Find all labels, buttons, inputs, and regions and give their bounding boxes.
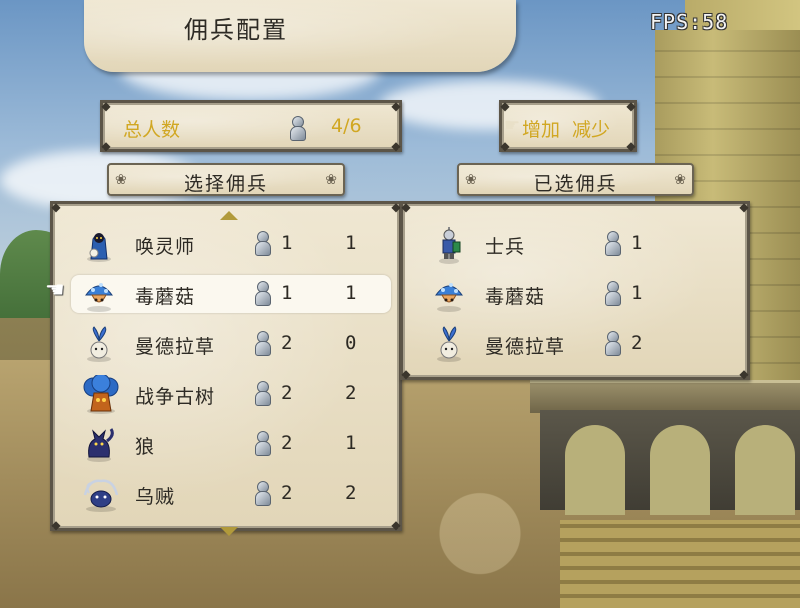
corner-ornament: ◆ — [51, 518, 61, 532]
available-header-label: 选择佣兵 — [183, 173, 268, 195]
corner-ornament: ◆ — [391, 99, 401, 113]
war-ancient-tree-icon — [81, 373, 119, 414]
total-label: 总人数 — [123, 119, 181, 141]
selected-row[interactable]: 士兵 1 — [403, 225, 747, 264]
add-button[interactable]: 增加 — [522, 115, 560, 142]
remove-button[interactable]: 减少 — [572, 115, 610, 142]
available-row[interactable]: 唤灵师 1 1 — [53, 225, 399, 263]
poison-mushroom-icon — [431, 275, 467, 313]
selected-row[interactable]: 曼德拉草 2 — [403, 325, 747, 363]
corner-ornament: ◆ — [51, 200, 61, 214]
mercenary-count: 2 — [345, 482, 357, 504]
scroll-down-arrow[interactable] — [220, 527, 238, 536]
corner-ornament: ◆ — [391, 518, 401, 532]
pawn-icon — [253, 231, 271, 256]
mercenary-count: 0 — [345, 332, 357, 354]
pawn-icon — [253, 331, 271, 356]
total-value: 4/6 — [331, 115, 362, 137]
poison-mushroom-icon — [81, 275, 117, 313]
mercenary-cost: 2 — [281, 332, 293, 354]
pointing-hand-cursor-icon: ☚ — [45, 278, 65, 303]
mercenary-name: 士兵 — [485, 236, 526, 258]
pawn-icon — [253, 281, 271, 306]
mercenary-name: 毒蘑菇 — [485, 286, 546, 308]
squid-icon — [81, 475, 119, 513]
mercenary-cost: 2 — [281, 382, 293, 404]
arch — [735, 425, 795, 515]
mercenary-name: 曼德拉草 — [485, 336, 566, 358]
mercenary-cost: 2 — [631, 332, 643, 354]
corner-ornament: ◆ — [101, 139, 111, 153]
mercenary-count: 1 — [345, 432, 357, 454]
mercenary-name: 乌贼 — [135, 486, 176, 508]
corner-ornament: ◆ — [401, 367, 411, 381]
pawn-icon — [253, 481, 271, 506]
arch — [650, 425, 710, 515]
corner-ornament: ◆ — [401, 200, 411, 214]
mercenary-cost: 1 — [281, 282, 293, 304]
available-header: ❀ ❀ 选择佣兵 — [107, 163, 345, 196]
mercenary-name: 战争古树 — [135, 386, 216, 408]
corner-ornament: ◆ — [739, 367, 749, 381]
soldier-icon — [431, 225, 467, 264]
pawn-icon — [603, 281, 621, 306]
mercenary-name: 狼 — [135, 436, 156, 458]
mercenary-name: 毒蘑菇 — [135, 286, 196, 308]
available-row[interactable]: 狼 2 1 — [53, 425, 399, 463]
mandrake-icon — [81, 325, 117, 363]
stairs — [560, 520, 800, 608]
available-row-selected[interactable]: 毒蘑菇 1 1 — [71, 275, 391, 313]
add-remove-panel: ◆ ◆ ◆ ◆ ☛ 增加 减少 — [499, 100, 637, 152]
mercenary-count: 2 — [345, 382, 357, 404]
available-row[interactable]: 战争古树 2 2 — [53, 373, 399, 414]
pawn-icon — [253, 381, 271, 406]
mercenary-cost: 1 — [281, 232, 293, 254]
pawn-icon — [603, 231, 621, 256]
pawn-icon — [288, 116, 306, 141]
selected-header: ❀ ❀ 已选佣兵 — [457, 163, 694, 196]
corner-ornament: ◆ — [626, 139, 636, 153]
necromancer-icon — [81, 225, 117, 263]
mercenary-cost: 1 — [631, 232, 643, 254]
corner-ornament: ◆ — [101, 99, 111, 113]
mercenary-name: 唤灵师 — [135, 236, 196, 258]
pawn-icon — [603, 331, 621, 356]
mercenary-count: 1 — [345, 282, 357, 304]
available-row[interactable]: 乌贼 2 2 — [53, 475, 399, 513]
wolf-icon — [81, 425, 117, 463]
available-row[interactable]: 曼德拉草 2 0 — [53, 325, 399, 363]
mercenary-count: 1 — [345, 232, 357, 254]
mercenary-name: 曼德拉草 — [135, 336, 216, 358]
title-scroll: 佣兵配置 — [84, 0, 516, 72]
corner-ornament: ◆ — [626, 99, 636, 113]
page-title: 佣兵配置 — [184, 16, 288, 44]
pointing-hand-icon: ☛ — [504, 115, 521, 136]
corner-ornament: ◆ — [500, 139, 510, 153]
arch — [565, 425, 625, 515]
corner-ornament: ◆ — [500, 99, 510, 113]
pawn-icon — [253, 431, 271, 456]
mandrake-icon — [431, 325, 467, 363]
mercenary-cost: 1 — [631, 282, 643, 304]
selected-header-label: 已选佣兵 — [533, 173, 618, 195]
corner-ornament: ◆ — [391, 139, 401, 153]
fps-counter: FPS:58 — [650, 10, 729, 34]
stone-bridge — [530, 380, 800, 413]
mercenary-cost: 2 — [281, 432, 293, 454]
corner-ornament: ◆ — [739, 200, 749, 214]
selected-row[interactable]: 毒蘑菇 1 — [403, 275, 747, 313]
mercenary-cost: 2 — [281, 482, 293, 504]
scroll-up-arrow[interactable] — [220, 211, 238, 220]
available-list: ◆ ◆ ◆ ◆ 唤灵师 1 1 毒蘑菇 1 1 曼德拉草 2 0 战争古树 2 2 狼 2 1 乌贼 2 2 — [50, 200, 402, 536]
selected-list: ◆ ◆ ◆ ◆ 士兵 1 毒蘑菇 1 曼德拉草 2 — [400, 201, 750, 380]
total-panel: ◆ ◆ ◆ ◆ 总人数 4/6 — [100, 100, 402, 152]
